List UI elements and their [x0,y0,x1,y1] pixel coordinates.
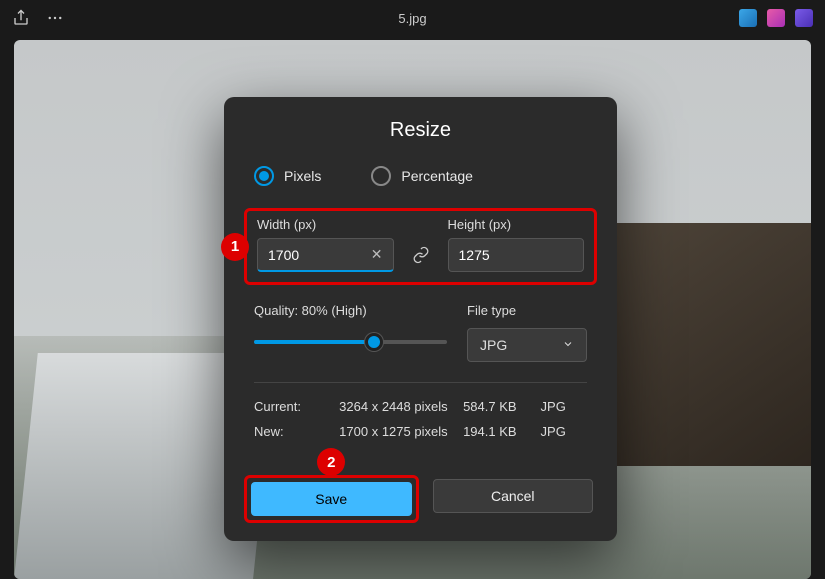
share-icon[interactable] [12,9,30,27]
clear-icon[interactable]: ✕ [361,246,393,263]
filetype-value: JPG [480,337,507,353]
annotation-box-1: 1 Width (px) ✕ Height (px) [244,208,597,285]
quality-slider[interactable] [254,332,447,352]
app-icon-2[interactable] [767,9,785,27]
annotation-badge-1: 1 [221,233,249,261]
app-icon-1[interactable] [739,9,757,27]
slider-thumb[interactable] [365,333,383,351]
width-input[interactable] [258,239,361,270]
width-input-wrap[interactable]: ✕ [257,238,394,272]
info-current-size: 584.7 KB [463,399,540,414]
cancel-button[interactable]: Cancel [433,479,594,513]
file-title: 5.jpg [398,11,426,26]
info-new-size: 194.1 KB [463,424,540,439]
info-current-type: JPG [541,399,587,414]
divider [254,382,587,383]
radio-percentage[interactable]: Percentage [371,166,473,186]
save-button[interactable]: Save [251,482,412,516]
resize-dialog: Resize Pixels Percentage 1 Width (px) ✕ [224,97,617,541]
radio-percentage-label: Percentage [401,168,473,184]
chevron-down-icon [562,337,574,353]
info-new-label: New: [254,424,339,439]
info-new-type: JPG [541,424,587,439]
title-bar: 5.jpg [0,0,825,36]
info-current-dim: 3264 x 2448 pixels [339,399,463,414]
info-new-dim: 1700 x 1275 pixels [339,424,463,439]
height-input[interactable] [449,239,584,271]
radio-unchecked-icon [371,166,391,186]
height-input-wrap[interactable] [448,238,585,272]
dialog-title: Resize [224,97,617,166]
quality-label: Quality: 80% (High) [254,303,447,318]
width-label: Width (px) [257,217,394,232]
height-label: Height (px) [448,217,585,232]
info-current-label: Current: [254,399,339,414]
app-icon-3[interactable] [795,9,813,27]
annotation-box-2: 2 Save [244,475,419,523]
filetype-label: File type [467,303,587,318]
radio-pixels-label: Pixels [284,168,321,184]
annotation-badge-2: 2 [317,448,345,476]
info-grid: Current: 3264 x 2448 pixels 584.7 KB JPG… [224,399,617,439]
radio-checked-icon [254,166,274,186]
link-aspect-icon[interactable] [404,238,438,272]
radio-pixels[interactable]: Pixels [254,166,321,186]
filetype-select[interactable]: JPG [467,328,587,362]
more-icon[interactable] [46,9,64,27]
